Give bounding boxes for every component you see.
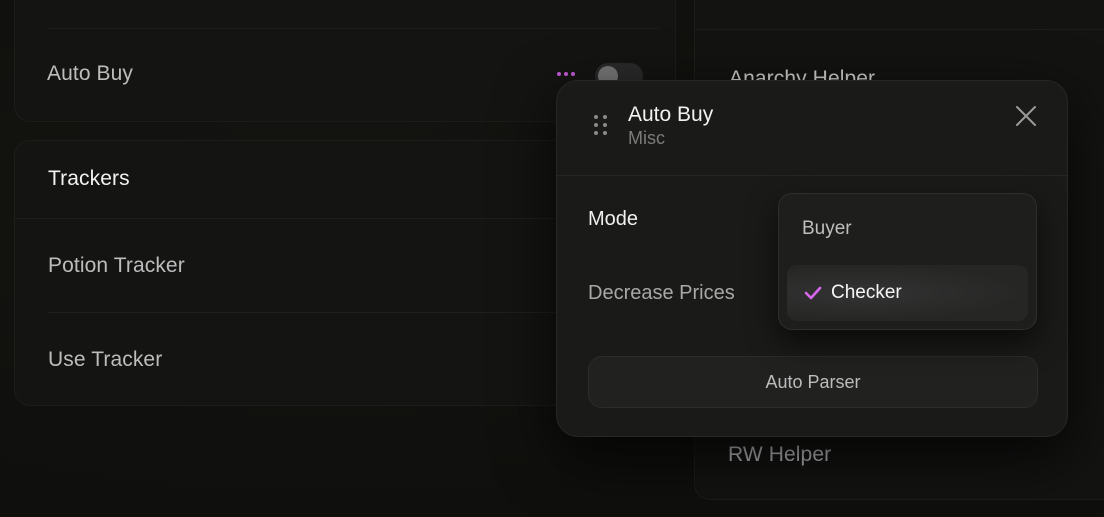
auto-parser-button[interactable]: Auto Parser bbox=[588, 356, 1038, 408]
mode-option-buyer[interactable]: Buyer bbox=[787, 201, 1028, 257]
popup-title: Auto Buy bbox=[628, 103, 714, 126]
module-rw-helper[interactable]: RW Helper bbox=[728, 443, 831, 467]
mode-option-checker[interactable]: Checker bbox=[787, 265, 1028, 321]
more-dots-icon[interactable] bbox=[557, 72, 575, 76]
drag-handle-icon[interactable] bbox=[594, 115, 607, 135]
stage: Anarchy Helper RW Helper Auto Buy Tracke… bbox=[0, 0, 1104, 517]
module-auto-buy[interactable]: Auto Buy bbox=[47, 62, 133, 86]
close-icon[interactable] bbox=[1013, 103, 1039, 129]
option-label: Checker bbox=[831, 282, 902, 303]
option-label: Buyer bbox=[802, 218, 852, 239]
mode-dropdown: Buyer Checker bbox=[778, 193, 1037, 330]
divider bbox=[695, 29, 1104, 30]
decrease-prices-label: Decrease Prices bbox=[588, 282, 735, 304]
module-potion-tracker[interactable]: Potion Tracker bbox=[48, 254, 185, 278]
popup-subtitle: Misc bbox=[628, 128, 665, 148]
module-use-tracker[interactable]: Use Tracker bbox=[48, 348, 162, 372]
checkmark-icon bbox=[803, 283, 823, 303]
divider bbox=[47, 28, 659, 29]
trackers-heading: Trackers bbox=[48, 167, 130, 190]
mode-label: Mode bbox=[588, 208, 639, 230]
